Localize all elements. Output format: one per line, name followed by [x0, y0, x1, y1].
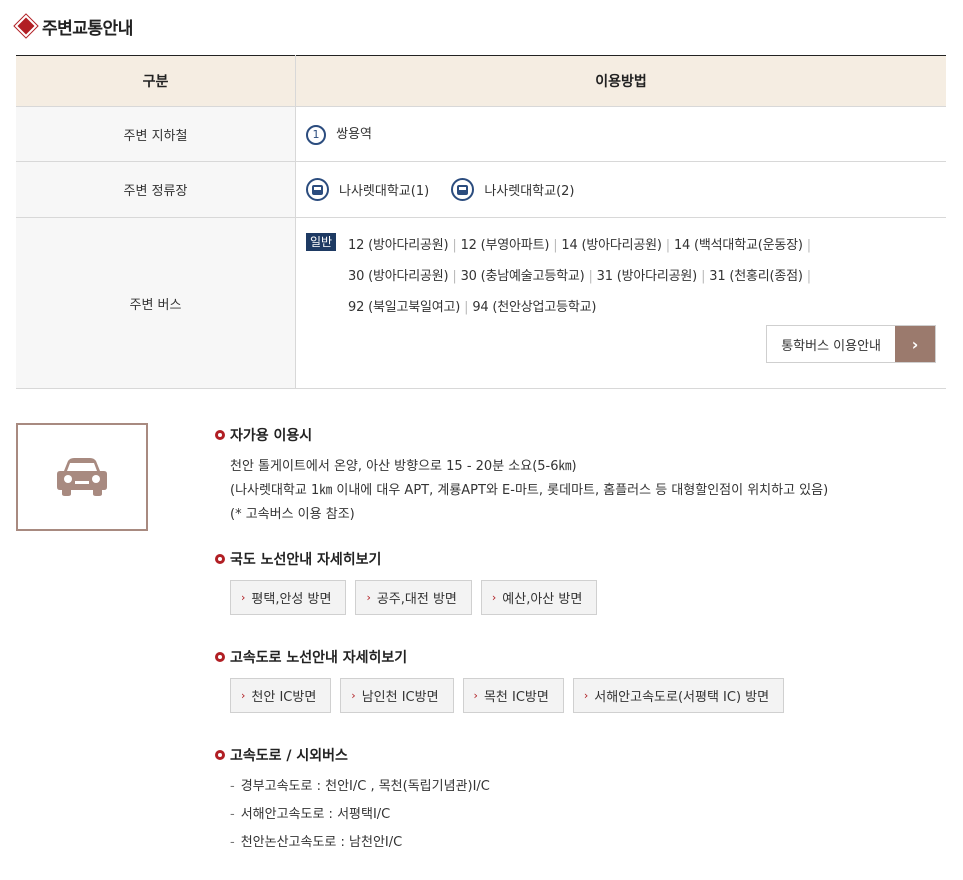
- stop-name: 나사렛대학교(1): [339, 184, 430, 199]
- stop-name: 나사렛대학교(2): [484, 184, 575, 199]
- traffic-table: 구분 이용방법 주변 지하철 1 쌍용역 주변 정류장 나사렛대학교(1) 나사…: [16, 55, 946, 389]
- line-1-icon: 1: [306, 124, 326, 145]
- route-separator: |: [452, 269, 457, 284]
- route-button-gongju[interactable]: › 공주,대전 방면: [355, 580, 472, 615]
- bus-stop-icon: [451, 178, 475, 201]
- section-national-road: 국도 노선안내 자세히보기 › 평택,안성 방면 › 공주,대전 방면 › 예산,아산…: [215, 548, 598, 615]
- subway-content: 1 쌍용역: [295, 106, 946, 162]
- bus-route: 12 (방아다리공원): [348, 238, 449, 253]
- header-category: 구분: [16, 55, 296, 107]
- route-separator: |: [464, 300, 469, 315]
- stop-content: 나사렛대학교(1) 나사렛대학교(2): [295, 161, 946, 218]
- chevron-right-icon: ›: [241, 689, 246, 702]
- page-title-text: 주변교통안내: [42, 18, 133, 39]
- list-item: - 경부고속도로 : 천안I/C , 목천(독립기념관)I/C: [230, 779, 490, 794]
- bus-route: 12 (부영아파트): [460, 238, 550, 253]
- car-icon-box: [16, 423, 148, 531]
- bus-route: 14 (백석대학교(운동장): [673, 238, 803, 253]
- bus-route-row: 12 (방아다리공원) | 12 (부영아파트) | 14 (방아다리공원) | 14 (백…: [306, 230, 926, 261]
- chevron-right-icon: ›: [366, 591, 371, 604]
- section-title: 고속도로 노선안내 자세히보기: [215, 646, 784, 668]
- car-icon: [57, 458, 107, 496]
- description-line: 천안 톨게이트에서 온양, 아산 방향으로 15 - 20분 소요(5-6㎞): [230, 459, 577, 474]
- chevron-right-icon: ›: [351, 689, 356, 702]
- list-item: - 천안논산고속도로 : 남천안I/C: [230, 835, 403, 850]
- table-header-row: 구분 이용방법: [16, 55, 946, 107]
- bus-route: 14 (방아다리공원): [561, 238, 662, 253]
- bus-route: 31 (방아다리공원): [596, 269, 698, 284]
- circle-bullet-icon: [215, 750, 225, 760]
- section-car: 자가용 이용시 천안 톨게이트에서 온양, 아산 방향으로 15 - 20분 소…: [215, 424, 828, 527]
- stop-label: 주변 정류장: [16, 161, 296, 218]
- route-button-namincheon-ic[interactable]: › 남인천 IC방면: [340, 678, 454, 713]
- route-separator: |: [806, 238, 811, 253]
- section-title: 고속도로 / 시외버스: [215, 744, 490, 766]
- route-separator: |: [588, 269, 593, 284]
- stop-item: 나사렛대학교(1): [306, 178, 429, 201]
- section-title-text: 자가용 이용시: [230, 428, 313, 444]
- section-title: 국도 노선안내 자세히보기: [215, 548, 597, 570]
- express-bus-list: - 경부고속도로 : 천안I/C , 목천(독립기념관)I/C - 서해안고속도로 …: [215, 773, 490, 857]
- expressway-buttons: › 천안 IC방면 › 남인천 IC방면 › 목천 IC방면 › 서해안고속도로(서평택…: [230, 678, 785, 713]
- bus-route: 31 (천홍리(종점): [709, 269, 803, 284]
- bus-route: 94 (천안상업고등학교): [472, 300, 597, 315]
- bus-route-list: 일반 12 (방아다리공원) | 12 (부영아파트) | 14 (방아다리공원) | 14…: [306, 230, 926, 323]
- chevron-right-icon: ›: [473, 689, 478, 702]
- stop-item: 나사렛대학교(2): [451, 178, 575, 201]
- bus-stop-icon: [306, 178, 329, 201]
- bus-content: 일반 12 (방아다리공원) | 12 (부영아파트) | 14 (방아다리공원) | 14…: [295, 217, 946, 389]
- dash-bullet-icon: -: [230, 779, 235, 794]
- description-line: (* 고속버스 이용 참조): [230, 507, 355, 522]
- dash-bullet-icon: -: [230, 835, 235, 850]
- subway-label: 주변 지하철: [16, 106, 296, 162]
- bus-route-row: 30 (방아다리공원) | 30 (충남예술고등학교) | 31 (방아다리공원) | 31…: [306, 261, 926, 292]
- circle-bullet-icon: [215, 430, 225, 440]
- bus-route: 30 (충남예술고등학교): [460, 269, 585, 284]
- section-express-bus: 고속도로 / 시외버스 - 경부고속도로 : 천안I/C , 목천(독립기념관)I…: [215, 744, 490, 857]
- chevron-right-icon: ›: [241, 591, 246, 604]
- diamond-bullet-icon: [17, 17, 35, 35]
- route-separator: |: [701, 269, 706, 284]
- route-button-pyeongtaek[interactable]: › 평택,안성 방면: [230, 580, 347, 615]
- national-road-buttons: › 평택,안성 방면 › 공주,대전 방면 › 예산,아산 방면: [230, 580, 598, 615]
- page-title: 주변교통안내: [16, 12, 133, 40]
- route-separator: |: [452, 238, 457, 253]
- table-row-bus: 주변 버스 일반 12 (방아다리공원) | 12 (부영아파트) | 14 (방아다리…: [16, 217, 946, 389]
- description-line: (나사렛대학교 1㎞ 이내에 대우 APT, 계룡APT와 E-마트, 롯데마트…: [230, 483, 829, 498]
- section-title: 자가용 이용시: [215, 424, 828, 446]
- bus-type-badge: 일반: [306, 233, 337, 251]
- chevron-right-icon: ›: [491, 591, 497, 604]
- list-item: - 서해안고속도로 : 서평택I/C: [230, 807, 391, 822]
- subway-station: 쌍용역: [336, 127, 373, 143]
- route-button-mokcheon-ic[interactable]: › 목천 IC방면: [462, 678, 564, 713]
- section-expressway: 고속도로 노선안내 자세히보기 › 천안 IC방면 › 남인천 IC방면 › 목천 I…: [215, 646, 785, 713]
- table-row-subway: 주변 지하철 1 쌍용역: [16, 106, 946, 162]
- bus-route-row: 92 (북일고북일여고) | 94 (천안상업고등학교): [306, 292, 926, 323]
- car-description: 천안 톨게이트에서 온양, 아산 방향으로 15 - 20분 소요(5-6㎞) …: [230, 455, 828, 527]
- table-row-stop: 주변 정류장 나사렛대학교(1) 나사렛대학교(2): [16, 161, 946, 218]
- route-button-cheonan-ic[interactable]: › 천안 IC방면: [230, 678, 332, 713]
- circle-bullet-icon: [215, 554, 225, 564]
- bus-label: 주변 버스: [16, 217, 296, 389]
- section-title-text: 고속도로 / 시외버스: [230, 748, 348, 764]
- shuttle-bus-button[interactable]: 통학버스 이용안내 ›: [766, 325, 936, 363]
- dash-bullet-icon: -: [230, 807, 235, 822]
- route-separator: |: [553, 238, 558, 253]
- route-button-yesan[interactable]: › 예산,아산 방면: [480, 580, 598, 615]
- header-usage: 이용방법: [295, 55, 946, 107]
- section-title-text: 고속도로 노선안내 자세히보기: [230, 650, 408, 666]
- bus-route: 92 (북일고북일여고): [348, 300, 461, 315]
- route-button-west-coast[interactable]: › 서해안고속도로(서평택 IC) 방면: [572, 678, 785, 713]
- shuttle-bus-label: 통학버스 이용안내: [781, 338, 881, 354]
- circle-bullet-icon: [215, 652, 225, 662]
- chevron-right-icon: ›: [583, 689, 589, 702]
- bus-route: 30 (방아다리공원): [348, 269, 449, 284]
- chevron-right-icon: ›: [895, 326, 935, 362]
- section-title-text: 국도 노선안내 자세히보기: [230, 552, 382, 568]
- route-separator: |: [665, 238, 670, 253]
- route-separator: |: [806, 269, 811, 284]
